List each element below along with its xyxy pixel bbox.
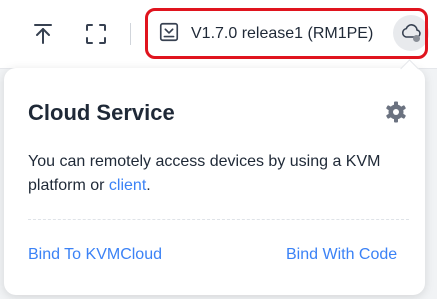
bind-with-code-link[interactable]: Bind With Code [286, 245, 397, 265]
description-text: You can remotely access devices by using… [28, 153, 381, 194]
description-end: . [146, 177, 151, 194]
arrow-up-to-line-icon[interactable] [30, 21, 56, 47]
popover-separator [28, 219, 409, 220]
top-toolbar: V1.7.0 release1 (RM1PE) [0, 0, 437, 69]
highlight-box [145, 8, 428, 59]
cloud-service-popover: Cloud Service You can remotely access de… [4, 68, 425, 295]
fullscreen-icon[interactable] [83, 21, 109, 47]
client-link[interactable]: client [109, 177, 146, 194]
popover-description: You can remotely access devices by using… [28, 150, 408, 198]
toolbar-divider [130, 23, 131, 45]
bind-kvmcloud-link[interactable]: Bind To KVMCloud [28, 245, 162, 265]
popover-title: Cloud Service [28, 100, 175, 125]
gear-icon[interactable] [384, 100, 408, 124]
